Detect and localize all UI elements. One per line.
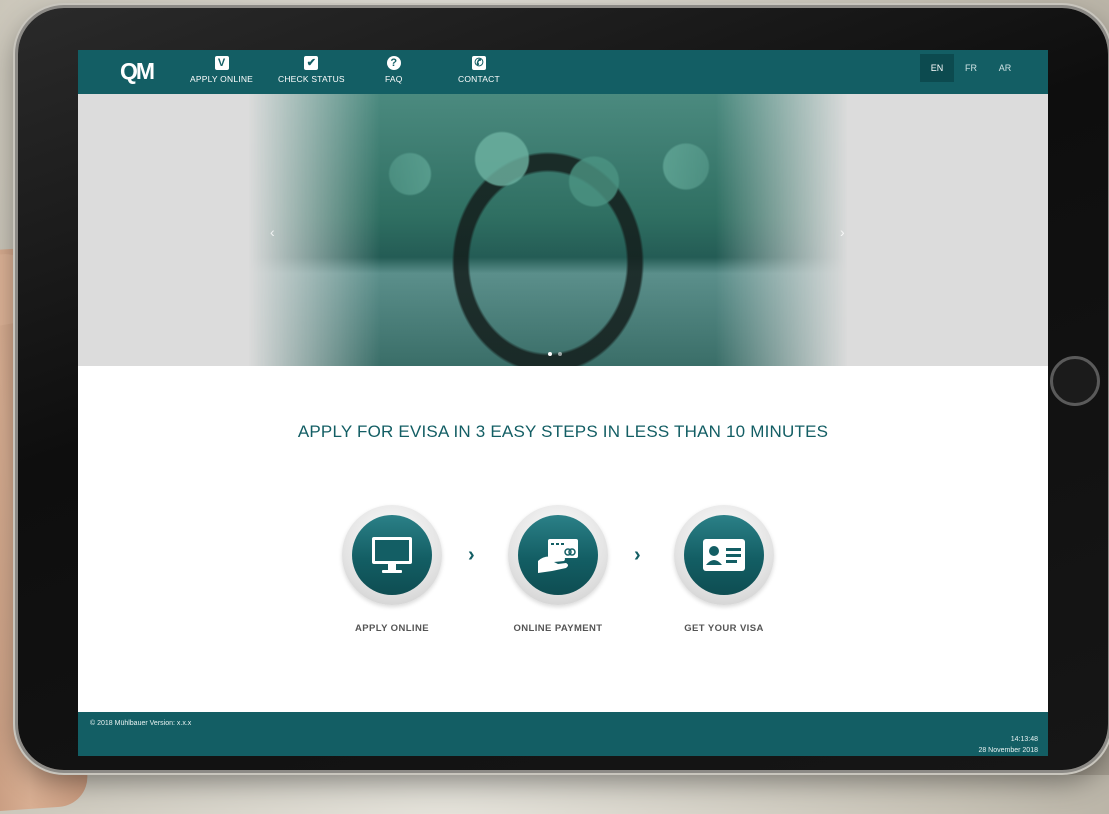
- footer: © 2018 Mühlbauer Version: x.x.x 14:13:48…: [78, 712, 1048, 756]
- copyright-text: © 2018 Mühlbauer Version: x.x.x: [90, 720, 192, 727]
- id-card-icon: [703, 539, 745, 571]
- carousel-dot-active[interactable]: [548, 352, 552, 356]
- home-button[interactable]: [1050, 356, 1100, 406]
- step-inner: [684, 515, 764, 595]
- carousel-dot[interactable]: [558, 352, 562, 356]
- chevron-right-icon: ›: [468, 544, 475, 566]
- step-label: APPLY ONLINE: [355, 623, 429, 634]
- checkbox-icon: ✔: [304, 56, 319, 70]
- page-headline: APPLY FOR EVISA IN 3 EASY STEPS IN LESS …: [297, 422, 829, 441]
- language-ar[interactable]: AR: [988, 54, 1022, 82]
- step-get-your-visa: GET YOUR VISA: [672, 505, 776, 634]
- tablet-device: QM V APPLY ONLINE ✔ CHECK STATUS ? FAQ ✆…: [18, 8, 1108, 770]
- clock-time: 14:13:48: [1010, 736, 1038, 743]
- visa-v-icon: V: [214, 56, 229, 70]
- step-circle: [508, 505, 608, 605]
- nav-faq-label: FAQ: [385, 74, 403, 84]
- question-icon: ?: [386, 56, 401, 70]
- clock: 14:13:48 28 November 2018: [978, 734, 1038, 756]
- nav-apply-online[interactable]: V APPLY ONLINE: [190, 56, 253, 92]
- language-fr[interactable]: FR: [954, 54, 988, 82]
- carousel-prev-arrow-icon[interactable]: ‹: [270, 224, 275, 240]
- nav-contact[interactable]: ✆ CONTACT: [458, 56, 500, 92]
- step-apply-online: APPLY ONLINE: [340, 505, 444, 634]
- top-navigation-bar: QM V APPLY ONLINE ✔ CHECK STATUS ? FAQ ✆…: [78, 50, 1048, 94]
- step-inner: [518, 515, 598, 595]
- hero-carousel: ‹ ›: [78, 94, 1048, 366]
- hero-image-foliage: [318, 114, 778, 264]
- brand-logo[interactable]: QM: [120, 58, 170, 86]
- carousel-next-arrow-icon[interactable]: ›: [840, 224, 845, 240]
- step-circle: [342, 505, 442, 605]
- phone-icon: ✆: [471, 56, 486, 70]
- language-en[interactable]: EN: [920, 54, 954, 82]
- nav-check-status-label: CHECK STATUS: [278, 74, 345, 84]
- screen: QM V APPLY ONLINE ✔ CHECK STATUS ? FAQ ✆…: [78, 50, 1048, 756]
- step-online-payment: ONLINE PAYMENT: [506, 505, 610, 634]
- chevron-right-icon: ›: [634, 544, 641, 566]
- card-payment-icon: [538, 539, 578, 573]
- step-inner: [352, 515, 432, 595]
- monitor-icon: [372, 537, 412, 573]
- step-label: ONLINE PAYMENT: [513, 623, 603, 634]
- clock-date: 28 November 2018: [978, 747, 1038, 754]
- step-label: GET YOUR VISA: [684, 623, 764, 634]
- nav-check-status[interactable]: ✔ CHECK STATUS: [278, 56, 345, 92]
- nav-faq[interactable]: ? FAQ: [385, 56, 403, 92]
- nav-contact-label: CONTACT: [458, 74, 500, 84]
- step-circle: [674, 505, 774, 605]
- nav-apply-online-label: APPLY ONLINE: [190, 74, 254, 84]
